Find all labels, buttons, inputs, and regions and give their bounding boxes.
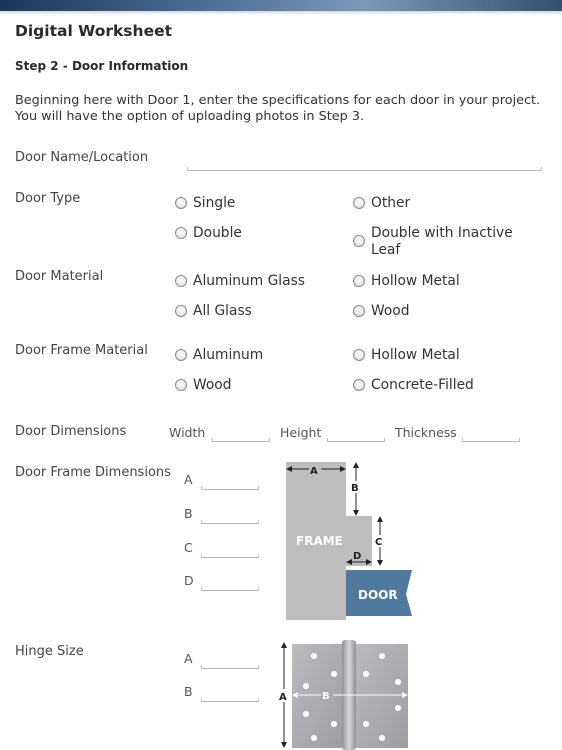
frame-material-wood-label[interactable]: Wood xyxy=(193,377,231,393)
door-material-all-glass-radio[interactable] xyxy=(175,305,187,317)
width-input[interactable] xyxy=(212,438,270,442)
door-material-wood-label[interactable]: Wood xyxy=(371,303,409,319)
frame-text: FRAME xyxy=(296,534,343,548)
dim-a-label: A xyxy=(310,466,318,477)
door-type-double-label[interactable]: Double xyxy=(193,225,242,241)
frame-material-hollow-metal-label[interactable]: Hollow Metal xyxy=(371,347,460,363)
dim-c-label: C xyxy=(375,537,382,548)
frame-material-aluminum-label[interactable]: Aluminum xyxy=(193,347,263,363)
screw-hole xyxy=(379,735,385,741)
frame-material-aluminum-radio[interactable] xyxy=(175,349,187,361)
door-type-label: Door Type xyxy=(15,191,81,206)
hinge-dim-b-label: B xyxy=(322,691,330,702)
width-label: Width xyxy=(169,425,206,440)
hinge-size-label: Hinge Size xyxy=(15,644,84,659)
door-material-aluminum-glass-label[interactable]: Aluminum Glass xyxy=(193,273,305,289)
screw-hole xyxy=(379,653,385,659)
screw-hole xyxy=(311,653,317,659)
door-type-other-radio[interactable] xyxy=(353,197,365,209)
frame-dim-c-label: C xyxy=(184,540,193,555)
dim-b-label: B xyxy=(351,483,359,494)
dim-d-label: D xyxy=(353,551,361,562)
door-dimensions-label: Door Dimensions xyxy=(15,424,127,439)
door-type-double-inactive-label[interactable]: Double with Inactive Leaf xyxy=(371,225,531,259)
door-name-input[interactable] xyxy=(187,167,542,171)
frame-dim-d-label: D xyxy=(184,573,194,588)
door-type-single-label[interactable]: Single xyxy=(193,195,235,211)
frame-material-wood-radio[interactable] xyxy=(175,379,187,391)
hinge-leaf-left xyxy=(292,644,344,748)
screw-hole xyxy=(311,735,317,741)
frame-dim-a-input[interactable] xyxy=(201,486,259,490)
hinge-b-input[interactable] xyxy=(201,698,259,702)
thickness-label: Thickness xyxy=(395,425,457,440)
door-material-all-glass-label[interactable]: All Glass xyxy=(193,303,252,319)
hinge-a-input[interactable] xyxy=(201,665,259,669)
door-type-single-radio[interactable] xyxy=(175,197,187,209)
frame-dim-d-input[interactable] xyxy=(201,587,259,591)
hinge-leaf-right xyxy=(354,644,408,748)
door-material-hollow-metal-label[interactable]: Hollow Metal xyxy=(371,273,460,289)
dim-c-arrow-top xyxy=(377,516,383,522)
door-type-double-radio[interactable] xyxy=(175,227,187,239)
door-type-other-label[interactable]: Other xyxy=(371,195,410,211)
thickness-input[interactable] xyxy=(462,438,520,442)
screw-hole xyxy=(331,721,337,727)
height-input[interactable] xyxy=(327,438,385,442)
page-title: Digital Worksheet xyxy=(15,22,173,40)
hinge-dim-a-arrow-top xyxy=(281,642,287,648)
screw-hole xyxy=(303,711,309,717)
hinge-b-label: B xyxy=(184,684,193,699)
frame-diagram: FRAME DOOR A B C D xyxy=(286,462,412,620)
screw-hole xyxy=(363,671,369,677)
hinge-a-label: A xyxy=(184,651,193,666)
hinge-dim-a-label: A xyxy=(279,692,287,703)
step-heading: Step 2 - Door Information xyxy=(15,59,189,73)
dim-c-arrow-bottom xyxy=(377,560,383,566)
screw-hole xyxy=(331,671,337,677)
screw-hole xyxy=(303,683,309,689)
dim-b-arrow-bottom xyxy=(353,510,359,516)
hinge-diagram: A B xyxy=(278,640,408,750)
top-banner xyxy=(0,0,562,11)
frame-material-hollow-metal-radio[interactable] xyxy=(353,349,365,361)
screw-hole xyxy=(395,679,401,685)
screw-hole xyxy=(395,705,401,711)
frame-dimensions-label: Door Frame Dimensions xyxy=(15,465,171,480)
screw-hole xyxy=(363,721,369,727)
frame-material-concrete-filled-label[interactable]: Concrete-Filled xyxy=(371,377,474,393)
door-text: DOOR xyxy=(358,588,398,602)
door-name-label: Door Name/Location xyxy=(15,150,149,165)
door-material-label: Door Material xyxy=(15,269,104,284)
frame-material-label: Door Frame Material xyxy=(15,343,148,358)
frame-material-concrete-filled-radio[interactable] xyxy=(353,379,365,391)
top-banner-shadow xyxy=(0,11,562,15)
door-material-aluminum-glass-radio[interactable] xyxy=(175,275,187,287)
door-type-double-inactive-radio[interactable] xyxy=(353,235,365,247)
frame-dim-b-input[interactable] xyxy=(201,520,259,524)
frame-dim-b-label: B xyxy=(184,506,193,521)
height-label: Height xyxy=(280,425,322,440)
frame-dim-c-input[interactable] xyxy=(201,554,259,558)
hinge-dim-a-arrow-bottom xyxy=(281,742,287,748)
dim-b-arrow-top xyxy=(353,462,359,468)
door-material-wood-radio[interactable] xyxy=(353,305,365,317)
intro-text: Beginning here with Door 1, enter the sp… xyxy=(15,93,541,124)
frame-dim-a-label: A xyxy=(184,472,193,487)
door-material-hollow-metal-radio[interactable] xyxy=(353,275,365,287)
